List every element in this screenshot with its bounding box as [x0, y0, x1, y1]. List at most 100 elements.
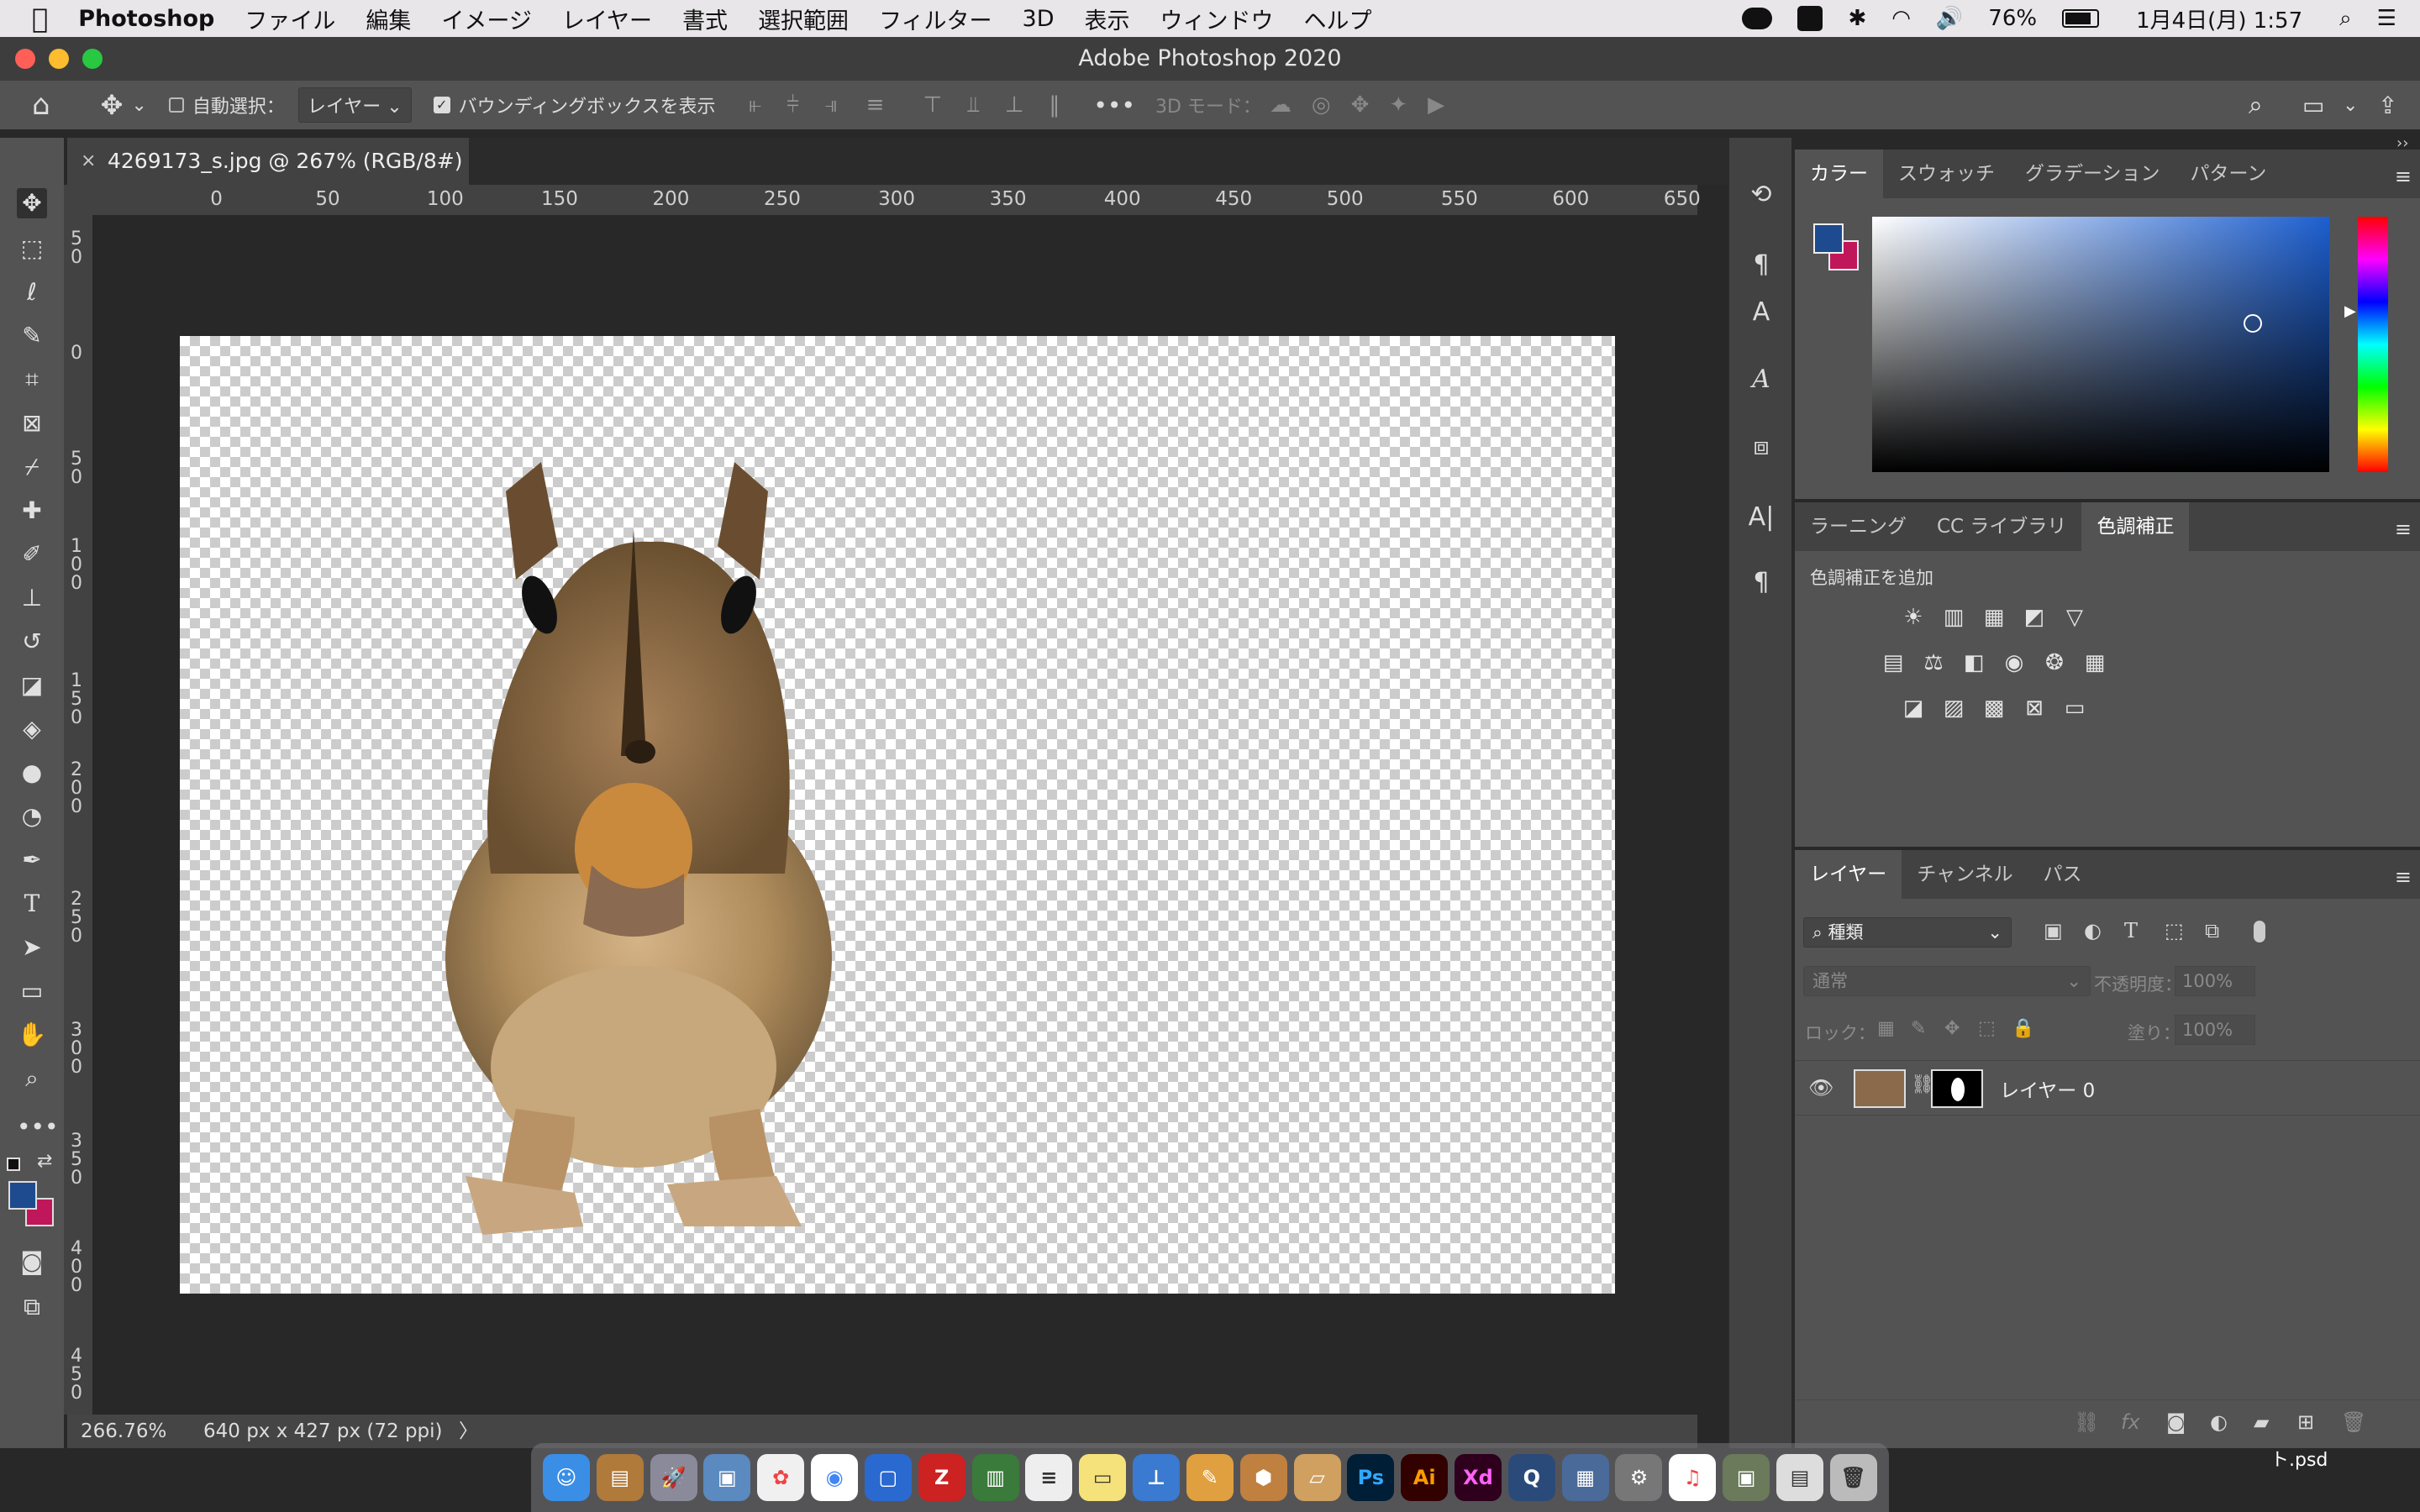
finder-icon[interactable]: ☺	[542, 1454, 590, 1501]
layer-mask-thumbnail[interactable]	[1931, 1069, 1983, 1108]
align-middle-v-icon[interactable]: ⫫	[967, 92, 980, 118]
app-status-icon[interactable]	[1797, 6, 1823, 31]
illustrator-icon[interactable]: Ai	[1401, 1454, 1449, 1501]
delete-layer-icon[interactable]: 🗑	[2341, 1410, 2366, 1434]
hue-saturation-icon[interactable]: ▤	[1879, 648, 1907, 677]
document-canvas[interactable]	[180, 336, 1615, 1294]
menu-app-name[interactable]: Photoshop	[78, 6, 214, 32]
filter-smart-object-icon[interactable]: ⧉	[2205, 919, 2219, 942]
quick-mask-icon[interactable]: ◙	[17, 1247, 47, 1277]
move-tool-preset-icon[interactable]: ✥	[101, 89, 124, 121]
zoom-tool-icon[interactable]: ⌕	[17, 1063, 47, 1094]
bluetooth-icon[interactable]: ✱	[1848, 6, 1866, 31]
share-icon[interactable]: ⇪	[2378, 92, 2397, 119]
document-tab[interactable]: × 4269173_s.jpg @ 267% (RGB/8#) *	[67, 138, 469, 220]
pen-tool-icon[interactable]: ✒	[17, 845, 47, 875]
curves-icon[interactable]: ▦	[1980, 603, 2008, 632]
color-lookup-icon[interactable]: ▦	[2081, 648, 2109, 677]
auto-select-dropdown[interactable]: レイヤー ⌄	[297, 87, 412, 123]
paragraph-panel-icon[interactable]: ¶	[1744, 566, 1778, 600]
channel-mixer-icon[interactable]: ❂	[2040, 648, 2069, 677]
preview-icon[interactable]: ▣	[703, 1454, 751, 1501]
tab-gradients[interactable]: グラデーション	[2010, 150, 2175, 198]
brush-tool-icon[interactable]: ✐	[17, 539, 47, 570]
new-layer-icon[interactable]: ⊞	[2297, 1410, 2314, 1434]
filter-toggle-icon[interactable]	[2254, 921, 2265, 942]
home-icon[interactable]: ⌂	[32, 88, 50, 122]
healing-brush-tool-icon[interactable]: ✚	[17, 496, 47, 526]
panel-menu-icon[interactable]: ≡	[2395, 165, 2412, 188]
brightness-contrast-icon[interactable]: ☀	[1899, 603, 1928, 632]
wifi-icon[interactable]: ◠	[1891, 6, 1911, 31]
path-select-tool-icon[interactable]: ➤	[17, 932, 47, 963]
align-top-icon[interactable]: ⊤	[923, 92, 942, 118]
link-layers-icon[interactable]: ⛓	[2074, 1410, 2099, 1434]
desktop-file-label[interactable]: ト.psd	[2270, 1445, 2328, 1472]
paint-bucket-tool-icon[interactable]: ◈	[17, 714, 47, 744]
spotlight-search-icon[interactable]: ⌕	[2339, 6, 2352, 32]
hue-slider-handle[interactable]: ▶	[2344, 302, 2356, 320]
lock-transparent-icon[interactable]: ▦	[1877, 1018, 1895, 1039]
apple-menu-icon[interactable]: 	[32, 3, 48, 34]
add-mask-icon[interactable]: ◙	[2166, 1410, 2186, 1434]
distribute-icon[interactable]: ≡	[866, 92, 885, 118]
archive-icon[interactable]: ⬢	[1239, 1454, 1287, 1501]
photo-folder-icon[interactable]: ▣	[1723, 1454, 1770, 1501]
notification-center-icon[interactable]: ☰	[2377, 6, 2396, 31]
fill-field[interactable]: 100%	[2175, 1015, 2255, 1045]
eyedropper-tool-icon[interactable]: ⌿	[17, 452, 47, 482]
photo-filter-icon[interactable]: ◉	[2000, 648, 2028, 677]
3d-panel-icon[interactable]: ⧈	[1744, 430, 1778, 464]
clock[interactable]: 1月4日(月) 1:57	[2136, 3, 2302, 34]
filter-type-icon[interactable]: T	[2124, 919, 2138, 942]
character-styles-icon[interactable]: A	[1744, 296, 1778, 329]
swap-colors-icon[interactable]: ⇄	[37, 1151, 52, 1172]
menu-image[interactable]: イメージ	[441, 3, 531, 35]
lock-all-icon[interactable]: 🔒	[2012, 1018, 2034, 1039]
new-group-icon[interactable]: ▰	[2254, 1410, 2269, 1434]
menu-window[interactable]: ウィンドウ	[1160, 3, 1274, 35]
notebook-app-icon[interactable]: ▤	[596, 1454, 644, 1501]
battery-icon[interactable]	[2062, 9, 2100, 28]
menu-type[interactable]: 書式	[682, 3, 728, 35]
menu-filter[interactable]: フィルター	[879, 3, 992, 35]
lasso-tool-icon[interactable]: ℓ	[17, 277, 47, 307]
menu-layer[interactable]: レイヤー	[562, 3, 652, 35]
align-right-icon[interactable]: ⫣	[824, 92, 838, 118]
tab-learn[interactable]: ラーニング	[1795, 502, 1922, 551]
threshold-icon[interactable]: ▩	[1980, 694, 2008, 722]
color-balance-icon[interactable]: ⚖	[1919, 648, 1948, 677]
pages-icon[interactable]: ✎	[1186, 1454, 1234, 1501]
orbit-3d-icon[interactable]: ☁	[1270, 92, 1292, 118]
filter-shape-icon[interactable]: ⬚	[2165, 919, 2184, 942]
new-adjustment-layer-icon[interactable]: ◐	[2210, 1410, 2228, 1434]
quicktime-icon[interactable]: Q	[1507, 1454, 1555, 1501]
documents-folder-icon[interactable]: ▤	[1776, 1454, 1823, 1501]
lock-position-icon[interactable]: ✥	[1944, 1018, 1960, 1039]
tab-channels[interactable]: チャンネル	[1902, 850, 2028, 899]
slide-3d-icon[interactable]: ✦	[1389, 92, 1407, 118]
screen-mode-icon[interactable]: ⧉	[17, 1292, 47, 1322]
layer-row[interactable]: 👁 ⛓ レイヤー 0	[1795, 1060, 2420, 1116]
vibrance-icon[interactable]: ▽	[2060, 603, 2089, 632]
creative-cloud-icon[interactable]	[1742, 8, 1773, 29]
zoom-level[interactable]: 266.76%	[81, 1415, 166, 1448]
more-tools-icon[interactable]: •••	[17, 1112, 59, 1142]
history-panel-icon[interactable]: ⟲	[1744, 178, 1778, 212]
folder-app-icon[interactable]: ▱	[1293, 1454, 1341, 1501]
filter-adjustment-icon[interactable]: ◐	[2084, 919, 2102, 942]
menu-view[interactable]: 表示	[1085, 3, 1130, 35]
align-center-h-icon[interactable]: ⫩	[786, 92, 799, 118]
text-edit-icon[interactable]: ≡	[1025, 1454, 1073, 1501]
levels-icon[interactable]: ▥	[1939, 603, 1968, 632]
keynote-icon[interactable]: ⊥	[1133, 1454, 1181, 1501]
menu-file[interactable]: ファイル	[245, 3, 335, 35]
align-left-icon[interactable]: ⫦	[749, 92, 761, 118]
xd-icon[interactable]: Xd	[1454, 1454, 1502, 1501]
posterize-icon[interactable]: ▨	[1939, 694, 1968, 722]
lock-artboard-icon[interactable]: ⬚	[1978, 1018, 1996, 1039]
opacity-field[interactable]: 100%	[2175, 966, 2255, 996]
close-window-button[interactable]	[15, 49, 35, 69]
color-picker-cursor[interactable]	[2244, 314, 2262, 333]
hand-tool-icon[interactable]: ✋	[17, 1020, 47, 1050]
